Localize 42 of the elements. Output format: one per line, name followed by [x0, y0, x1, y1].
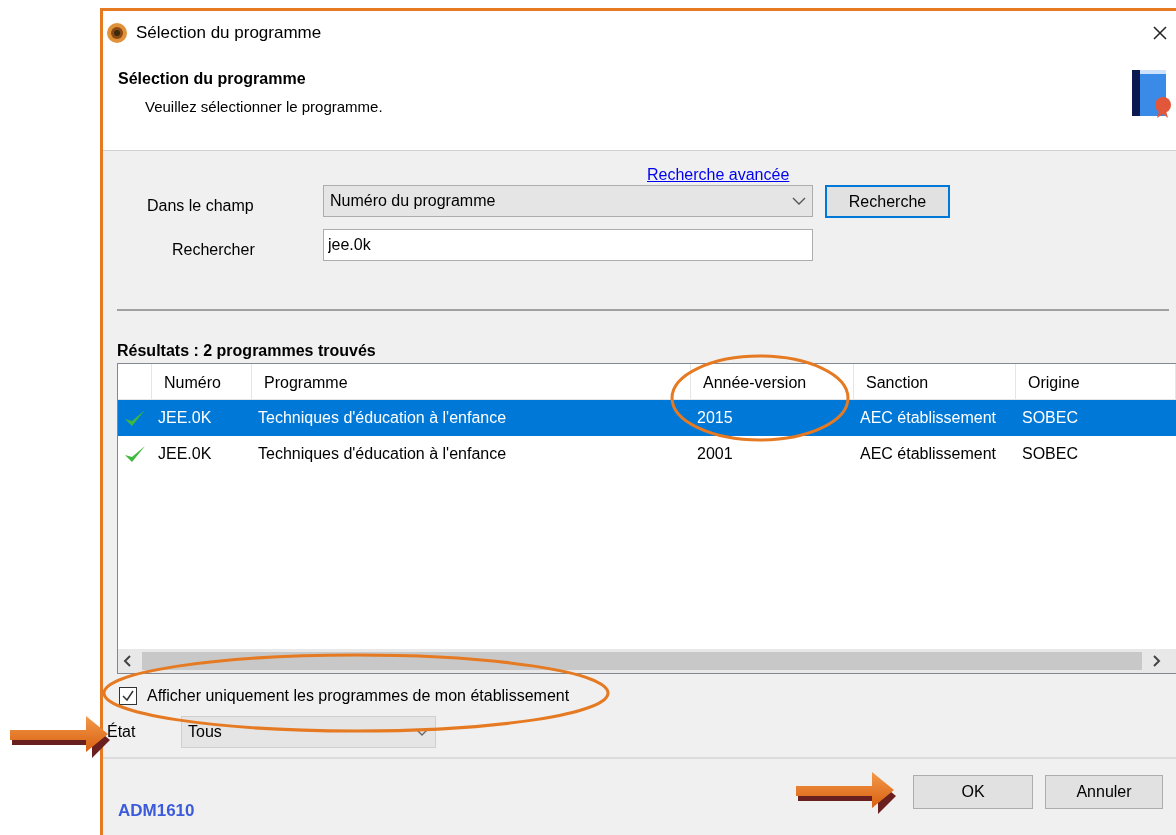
state-label: État: [107, 721, 137, 742]
dialog-subtitle: Veuillez sélectionner le programme.: [145, 97, 384, 117]
field-dropdown[interactable]: Numéro du programme: [323, 185, 813, 217]
table-cell-text: 2001: [696, 444, 734, 464]
book-icon: [1130, 67, 1172, 119]
results-heading: Résultats : 2 programmes trouvés: [117, 341, 377, 361]
table-cell-text: SOBEC: [1021, 444, 1079, 464]
chevron-down-icon: [792, 196, 806, 206]
form-code: ADM1610: [118, 800, 195, 822]
arrow-icon: [796, 772, 896, 814]
check-icon: [123, 408, 147, 428]
window-title: Sélection du programme: [136, 22, 322, 45]
state-dropdown[interactable]: Tous: [181, 716, 436, 748]
close-icon[interactable]: [1152, 25, 1168, 41]
table-cell-text: SOBEC: [1021, 408, 1079, 428]
table-cell-text: Techniques d'éducation à l'enfance: [257, 408, 508, 428]
checkbox-label: Afficher uniquement les programmes de mon établissement: [147, 686, 570, 706]
table-cell-text: JEE.0K: [157, 444, 213, 464]
horizontal-scrollbar[interactable]: [118, 649, 1176, 673]
dialog-heading: Sélection du programme: [118, 69, 307, 89]
app-icon: [106, 22, 128, 44]
table-cell-text: Techniques d'éducation à l'enfance: [257, 444, 508, 464]
search-button[interactable]: Recherche: [825, 185, 950, 218]
column-header[interactable]: Origine: [1016, 364, 1176, 399]
dialog-button[interactable]: OK: [913, 775, 1033, 809]
table-cell-text: AEC établissement: [859, 444, 998, 464]
dialog-button[interactable]: Annuler: [1045, 775, 1163, 809]
column-header[interactable]: Année-version: [691, 364, 854, 399]
search-field[interactable]: jee.0k: [323, 229, 813, 261]
query-label: Rechercher: [172, 240, 255, 260]
column-header[interactable]: Sanction: [854, 364, 1016, 399]
check-icon: [123, 444, 147, 464]
column-header[interactable]: Numéro: [152, 364, 252, 399]
field-label: Dans le champ: [147, 196, 254, 216]
checkbox[interactable]: [119, 687, 137, 705]
arrow-icon: [10, 716, 110, 758]
table-cell-text: AEC établissement: [859, 408, 998, 428]
table-row[interactable]: JEE.0K Techniques d'éducation à l'enfance 2015 AEC établissement SOBEC: [118, 400, 1176, 436]
table-cell-text: JEE.0K: [157, 408, 213, 428]
table-cell-text: 2015: [696, 408, 734, 428]
column-header[interactable]: Programme: [252, 364, 691, 399]
advanced-search-link[interactable]: Recherche avancée: [647, 163, 790, 187]
